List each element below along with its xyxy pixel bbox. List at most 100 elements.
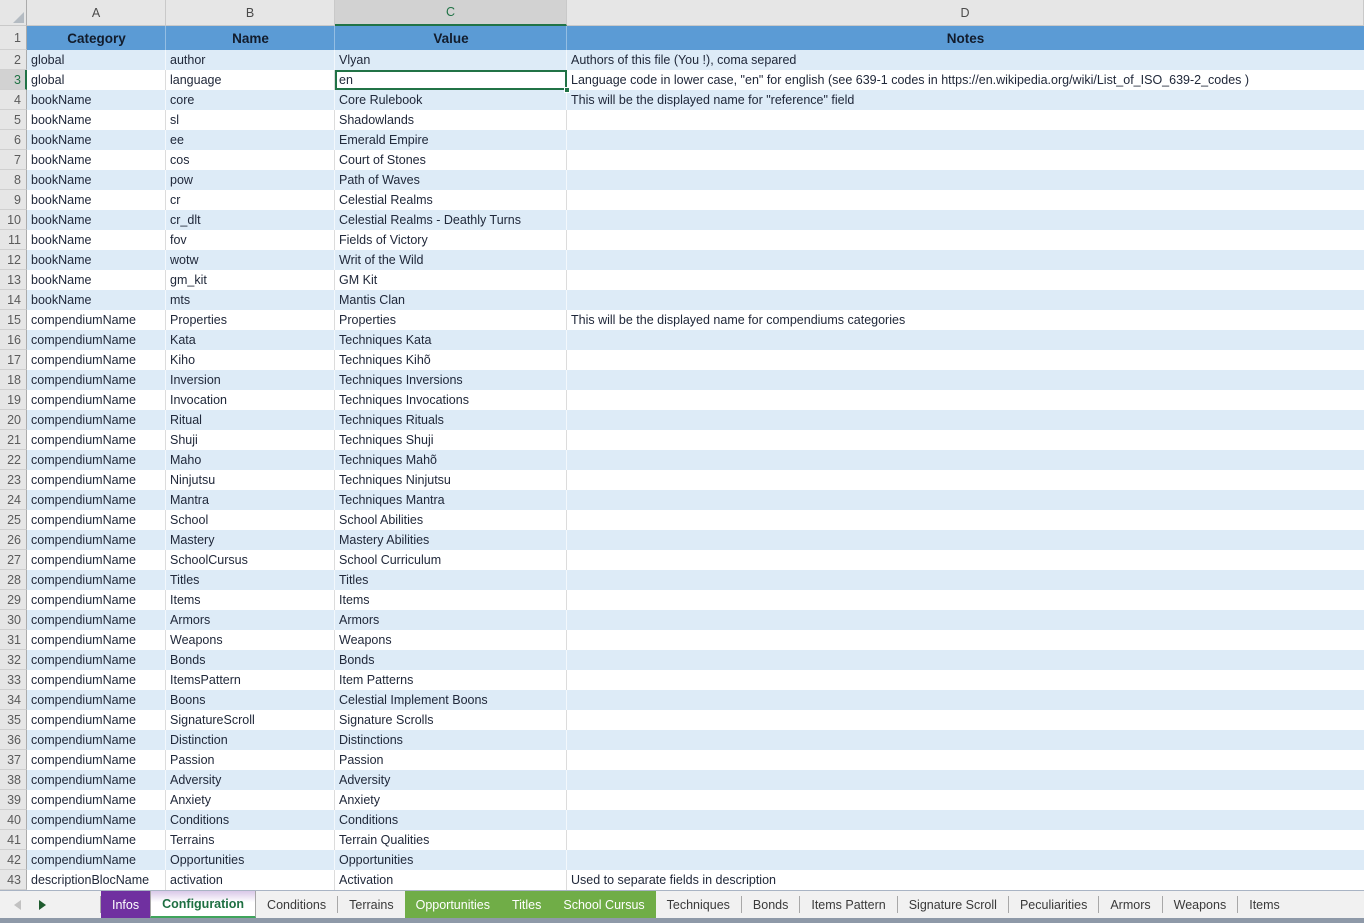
column-header-D[interactable]: D [567, 0, 1364, 26]
cell-C31[interactable]: Weapons [335, 630, 567, 650]
cell-A17[interactable]: compendiumName [27, 350, 166, 370]
cell-B22[interactable]: Maho [166, 450, 335, 470]
cell-A19[interactable]: compendiumName [27, 390, 166, 410]
cell-A33[interactable]: compendiumName [27, 670, 166, 690]
cell-B35[interactable]: SignatureScroll [166, 710, 335, 730]
row-header-18[interactable]: 18 [0, 370, 27, 390]
cell-D2[interactable]: Authors of this file (You !), coma separ… [567, 50, 1364, 70]
cell-D37[interactable] [567, 750, 1364, 770]
cell-A11[interactable]: bookName [27, 230, 166, 250]
cell-C36[interactable]: Distinctions [335, 730, 567, 750]
cell-D25[interactable] [567, 510, 1364, 530]
cell-B15[interactable]: Properties [166, 310, 335, 330]
cell-B24[interactable]: Mantra [166, 490, 335, 510]
sheet-tab-signature-scroll[interactable]: Signature Scroll [898, 891, 1008, 918]
row-header-29[interactable]: 29 [0, 590, 27, 610]
cell-B19[interactable]: Invocation [166, 390, 335, 410]
cell-A38[interactable]: compendiumName [27, 770, 166, 790]
cell-B30[interactable]: Armors [166, 610, 335, 630]
cell-C14[interactable]: Mantis Clan [335, 290, 567, 310]
cell-D15[interactable]: This will be the displayed name for comp… [567, 310, 1364, 330]
cell-C42[interactable]: Opportunities [335, 850, 567, 870]
active-cell-C3[interactable]: en [335, 70, 567, 90]
sheet-tab-titles[interactable]: Titles [501, 891, 552, 918]
cell-B5[interactable]: sl [166, 110, 335, 130]
cell-D4[interactable]: This will be the displayed name for "ref… [567, 90, 1364, 110]
row-header-42[interactable]: 42 [0, 850, 27, 870]
cell-C6[interactable]: Emerald Empire [335, 130, 567, 150]
cell-B42[interactable]: Opportunities [166, 850, 335, 870]
cell-C4[interactable]: Core Rulebook [335, 90, 567, 110]
cell-A12[interactable]: bookName [27, 250, 166, 270]
cell-C16[interactable]: Techniques Kata [335, 330, 567, 350]
sheet-tab-items-pattern[interactable]: Items Pattern [800, 891, 896, 918]
cell-C29[interactable]: Items [335, 590, 567, 610]
sheet-tab-configuration[interactable]: Configuration [150, 891, 256, 918]
cell-A27[interactable]: compendiumName [27, 550, 166, 570]
cell-C15[interactable]: Properties [335, 310, 567, 330]
cell-C40[interactable]: Conditions [335, 810, 567, 830]
cell-C34[interactable]: Celestial Implement Boons [335, 690, 567, 710]
cell-C28[interactable]: Titles [335, 570, 567, 590]
cell-A14[interactable]: bookName [27, 290, 166, 310]
cell-A36[interactable]: compendiumName [27, 730, 166, 750]
column-header-B[interactable]: B [166, 0, 335, 26]
row-header-4[interactable]: 4 [0, 90, 27, 110]
row-header-12[interactable]: 12 [0, 250, 27, 270]
cell-B29[interactable]: Items [166, 590, 335, 610]
cell-A15[interactable]: compendiumName [27, 310, 166, 330]
row-header-19[interactable]: 19 [0, 390, 27, 410]
cell-D30[interactable] [567, 610, 1364, 630]
cell-D36[interactable] [567, 730, 1364, 750]
cell-A6[interactable]: bookName [27, 130, 166, 150]
cell-D13[interactable] [567, 270, 1364, 290]
cell-A13[interactable]: bookName [27, 270, 166, 290]
cell-D38[interactable] [567, 770, 1364, 790]
select-all-button[interactable] [0, 0, 27, 26]
cell-D16[interactable] [567, 330, 1364, 350]
cell-B26[interactable]: Mastery [166, 530, 335, 550]
row-header-26[interactable]: 26 [0, 530, 27, 550]
cell-A31[interactable]: compendiumName [27, 630, 166, 650]
row-header-24[interactable]: 24 [0, 490, 27, 510]
row-header-7[interactable]: 7 [0, 150, 27, 170]
sheet-tab-weapons[interactable]: Weapons [1163, 891, 1238, 918]
cell-B31[interactable]: Weapons [166, 630, 335, 650]
cell-B38[interactable]: Adversity [166, 770, 335, 790]
row-header-39[interactable]: 39 [0, 790, 27, 810]
cell-D32[interactable] [567, 650, 1364, 670]
cell-B6[interactable]: ee [166, 130, 335, 150]
cell-D43[interactable]: Used to separate fields in description [567, 870, 1364, 890]
cell-A29[interactable]: compendiumName [27, 590, 166, 610]
cell-B34[interactable]: Boons [166, 690, 335, 710]
cell-A34[interactable]: compendiumName [27, 690, 166, 710]
cell-B32[interactable]: Bonds [166, 650, 335, 670]
cell-A42[interactable]: compendiumName [27, 850, 166, 870]
sheet-tab-items[interactable]: Items [1238, 891, 1291, 918]
cell-A22[interactable]: compendiumName [27, 450, 166, 470]
cell-B36[interactable]: Distinction [166, 730, 335, 750]
cell-B2[interactable]: author [166, 50, 335, 70]
cell-D26[interactable] [567, 530, 1364, 550]
cell-D29[interactable] [567, 590, 1364, 610]
cell-C10[interactable]: Celestial Realms - Deathly Turns [335, 210, 567, 230]
cell-B16[interactable]: Kata [166, 330, 335, 350]
cell-A40[interactable]: compendiumName [27, 810, 166, 830]
cell-D34[interactable] [567, 690, 1364, 710]
cell-D24[interactable] [567, 490, 1364, 510]
row-header-22[interactable]: 22 [0, 450, 27, 470]
cell-A1[interactable]: Category [27, 26, 166, 50]
sheet-tab-terrains[interactable]: Terrains [338, 891, 404, 918]
cell-D28[interactable] [567, 570, 1364, 590]
cell-C19[interactable]: Techniques Invocations [335, 390, 567, 410]
cell-C43[interactable]: Activation [335, 870, 567, 890]
cell-D5[interactable] [567, 110, 1364, 130]
row-header-6[interactable]: 6 [0, 130, 27, 150]
row-header-15[interactable]: 15 [0, 310, 27, 330]
cell-A9[interactable]: bookName [27, 190, 166, 210]
cell-B40[interactable]: Conditions [166, 810, 335, 830]
cell-B43[interactable]: activation [166, 870, 335, 890]
row-header-13[interactable]: 13 [0, 270, 27, 290]
cell-D17[interactable] [567, 350, 1364, 370]
cell-D8[interactable] [567, 170, 1364, 190]
